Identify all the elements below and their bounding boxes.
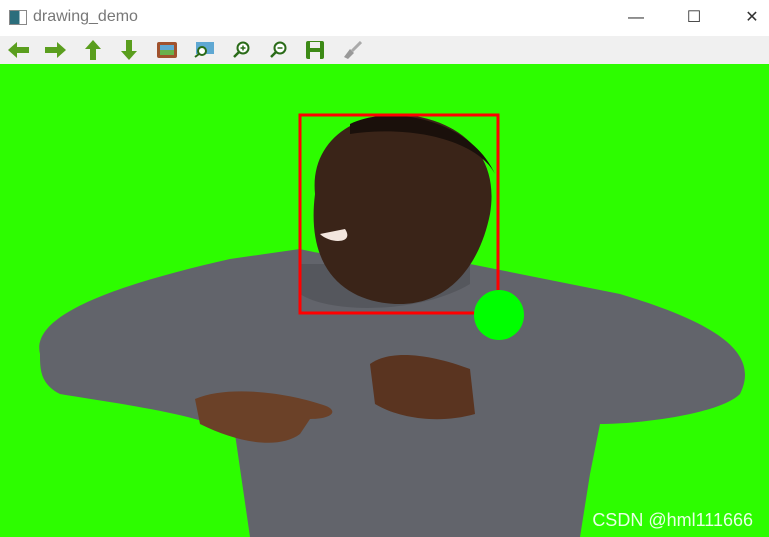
maximize-button[interactable]: ☐	[671, 4, 717, 32]
pan-left-icon[interactable]	[7, 39, 31, 61]
window-title: drawing_demo	[33, 8, 138, 25]
app-icon	[9, 10, 27, 25]
image-icon[interactable]	[155, 39, 179, 61]
zoom-in-icon[interactable]	[229, 39, 253, 61]
clear-brush-icon[interactable]	[340, 39, 364, 61]
minimize-button[interactable]: —	[613, 4, 659, 32]
zoom-area-icon[interactable]	[192, 39, 216, 61]
face-bounding-box	[298, 113, 500, 315]
close-button[interactable]: ✕	[729, 4, 769, 32]
green-circle-marker	[474, 290, 524, 340]
pan-right-icon[interactable]	[43, 39, 67, 61]
zoom-out-icon[interactable]	[266, 39, 290, 61]
pan-up-icon[interactable]	[81, 39, 105, 61]
image-canvas[interactable]: CSDN @hml111666	[0, 64, 769, 537]
toolbar	[0, 36, 769, 64]
annotations	[298, 113, 524, 340]
watermark: CSDN @hml111666	[592, 510, 753, 530]
title-bar: drawing_demo — ☐ ✕	[0, 0, 769, 36]
pan-down-icon[interactable]	[117, 39, 141, 61]
save-icon[interactable]	[303, 39, 327, 61]
